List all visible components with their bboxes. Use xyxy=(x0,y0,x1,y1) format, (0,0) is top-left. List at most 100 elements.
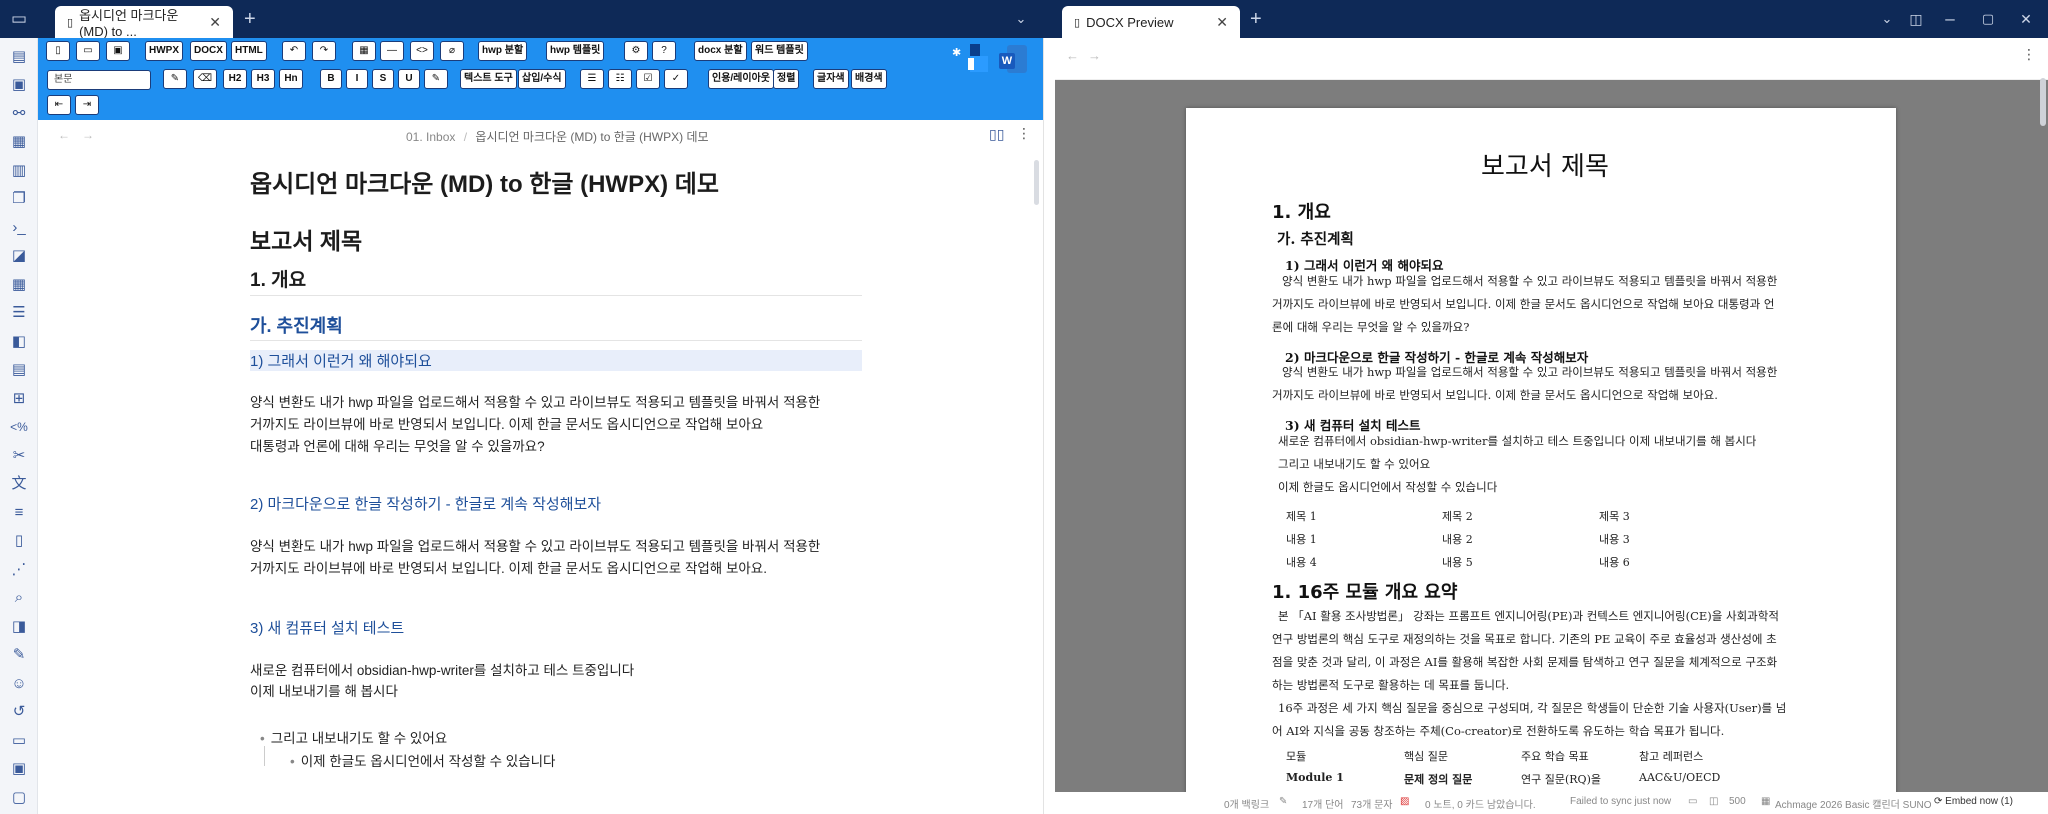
share-icon[interactable]: ⋰ xyxy=(9,561,29,579)
insert-format-button[interactable]: 삽입/수식 xyxy=(518,69,566,89)
new-note-icon[interactable]: ▣ xyxy=(9,76,29,94)
quote-layout-button[interactable]: 인용/레이아웃 xyxy=(708,69,774,89)
open-folder-icon[interactable]: ▭ xyxy=(76,41,100,61)
heading-report-title[interactable]: 보고서 제목 xyxy=(250,222,362,256)
spellcheck-icon[interactable]: ▨ xyxy=(1400,796,1409,807)
new-tab-icon[interactable]: + xyxy=(1250,0,1262,38)
underline-button[interactable]: U xyxy=(398,69,420,89)
heading-why[interactable]: 1) 그래서 이런거 왜 해야되요 xyxy=(250,350,862,371)
reading-view-icon[interactable]: ▯▯ xyxy=(989,126,1004,143)
markdown-editor[interactable]: 옵시디언 마크다운 (MD) to 한글 (HWPX) 데모 보고서 제목 1.… xyxy=(38,150,1043,814)
eraser-icon[interactable]: ⌫ xyxy=(193,69,217,89)
search-icon[interactable]: ⌕ xyxy=(9,589,29,607)
align-icon[interactable]: ≡ xyxy=(9,504,29,522)
list-item[interactable]: • 그리고 내보내기도 할 수 있어요 xyxy=(260,727,447,747)
sync-status[interactable]: Failed to sync just now xyxy=(1570,796,1671,807)
numbered-list-icon[interactable]: ☷ xyxy=(608,69,632,89)
card-icon[interactable]: ▤ xyxy=(9,361,29,379)
translate-icon[interactable]: 文 xyxy=(9,475,29,493)
table-insert-icon[interactable]: ▦ xyxy=(352,41,376,61)
strike-button[interactable]: S xyxy=(372,69,394,89)
shelf-icon[interactable]: ◫ xyxy=(1709,796,1718,807)
folder-icon[interactable]: ▭ xyxy=(1688,796,1697,807)
align-button[interactable]: 정렬 xyxy=(773,69,800,89)
italic-button[interactable]: I xyxy=(346,69,368,89)
list-item[interactable]: • 이제 한글도 옵시디언에서 작성할 수 있습니다 xyxy=(290,750,555,770)
paragraph-1-line-1[interactable]: 양식 변환도 내가 hwp 파일을 업로드해서 적용할 수 있고 라이브뷰도 적… xyxy=(250,392,820,414)
window-close-icon[interactable]: ✕ xyxy=(2011,0,2041,38)
calendar-icon[interactable]: ▥ xyxy=(9,162,29,180)
docx-split-button[interactable]: docx 분할 xyxy=(694,41,747,61)
heading-plan[interactable]: 가. 추진계획 xyxy=(250,312,343,338)
heading-markdown[interactable]: 2) 마크다운으로 한글 작성하기 - 한글로 계속 작성해보자 xyxy=(250,493,601,514)
help-icon[interactable]: ? xyxy=(652,41,676,61)
heading-overview[interactable]: 1. 개요 xyxy=(250,265,306,292)
book-icon[interactable]: ◧ xyxy=(9,333,29,351)
paragraph-1-line-3[interactable]: 대통령과 언론에 대해 우리는 무엇을 알 수 있을까요? xyxy=(250,436,545,458)
chevron-down-icon[interactable]: ⌄ xyxy=(1872,0,1902,38)
export-docx-button[interactable]: DOCX xyxy=(190,41,227,61)
file-icon[interactable]: ▤ xyxy=(9,48,29,66)
export-hwpx-button[interactable]: HWPX xyxy=(145,41,183,61)
magic-wand-icon[interactable]: ✎ xyxy=(9,646,29,664)
paragraph-2-line-2[interactable]: 거까지도 라이브뷰에 바로 반영되서 보입니다. 이제 한글 문서도 옵시디언으… xyxy=(250,558,767,580)
gear-icon[interactable]: ⚙ xyxy=(624,41,648,61)
background-color-button[interactable]: 배경색 xyxy=(851,69,887,89)
chat-icon[interactable]: ▢ xyxy=(9,789,29,807)
back-arrow-icon[interactable]: ← xyxy=(1066,48,1079,63)
new-file-icon[interactable]: ▯ xyxy=(46,41,70,61)
settings-small-icon[interactable]: ✱ xyxy=(952,46,961,59)
outdent-icon[interactable]: ⇤ xyxy=(47,95,71,115)
sidebar-toggle-icon[interactable]: ▭ xyxy=(4,0,34,38)
tab-docx-preview[interactable]: ▯ DOCX Preview ✕ xyxy=(1062,6,1240,38)
notebook-icon[interactable]: ▯ xyxy=(9,532,29,550)
heading-hn-button[interactable]: Hn xyxy=(279,69,303,89)
paragraph-1-line-2[interactable]: 거까지도 라이브뷰에 바로 반영되서 보입니다. 이제 한글 문서도 옵시디언으… xyxy=(250,414,763,436)
forward-arrow-icon[interactable]: → xyxy=(82,128,94,142)
draw-icon[interactable]: ◪ xyxy=(9,247,29,265)
close-icon[interactable]: ✕ xyxy=(1208,14,1228,31)
tab-left-note[interactable]: ▯ 옵시디언 마크다운 (MD) to ... ✕ xyxy=(55,6,233,39)
heading-install-test[interactable]: 3) 새 컴퓨터 설치 테스트 xyxy=(250,617,404,638)
embed-status[interactable]: ⟳ Embed now (1) xyxy=(1934,796,2013,807)
back-arrow-icon[interactable]: ← xyxy=(58,128,70,142)
paragraph-2-line-1[interactable]: 양식 변환도 내가 hwp 파일을 업로드해서 적용할 수 있고 라이브뷰도 적… xyxy=(250,536,820,558)
text-tools-button[interactable]: 텍스트 도구 xyxy=(460,69,517,89)
archive-icon[interactable]: ▭ xyxy=(9,732,29,750)
hwp-template-button[interactable]: hwp 템플릿 xyxy=(546,41,605,61)
backlinks-count[interactable]: 0개 백링크 xyxy=(1224,796,1269,811)
highlight-icon[interactable]: ✎ xyxy=(424,69,448,89)
editor-scrollbar[interactable] xyxy=(1034,160,1039,205)
new-tab-icon[interactable]: + xyxy=(244,0,256,38)
canvas-icon[interactable]: ▦ xyxy=(9,133,29,151)
font-color-button[interactable]: 글자색 xyxy=(813,69,849,89)
save-icon[interactable]: ▣ xyxy=(106,41,130,61)
pane-divider[interactable] xyxy=(1043,38,1055,814)
graph-icon[interactable]: ⚯ xyxy=(9,105,29,123)
attachment-icon[interactable]: ⌀ xyxy=(440,41,464,61)
redo-icon[interactable]: ↷ xyxy=(312,41,336,61)
chevron-down-icon[interactable]: ⌄ xyxy=(1006,0,1036,38)
more-options-icon[interactable]: ⋮ xyxy=(1017,125,1031,142)
percent-icon[interactable]: <% xyxy=(9,418,29,436)
heading-h2-button[interactable]: H2 xyxy=(223,69,247,89)
add-icon[interactable]: ⊞ xyxy=(9,390,29,408)
breadcrumb-file[interactable]: 옵시디언 마크다운 (MD) to 한글 (HWPX) 데모 xyxy=(475,130,708,144)
word-template-button[interactable]: 워드 템플릿 xyxy=(751,41,808,61)
docx-preview-area[interactable]: 보고서 제목 1. 개요 가. 추진계획 1) 그래서 이런거 왜 해야되요 양… xyxy=(1055,80,2048,792)
indent-icon[interactable]: ⇥ xyxy=(75,95,99,115)
hwp-split-button[interactable]: hwp 분할 xyxy=(478,41,528,61)
list-icon[interactable]: ☰ xyxy=(9,304,29,322)
forward-arrow-icon[interactable]: → xyxy=(1088,48,1101,63)
check-circle-icon[interactable]: ✓ xyxy=(664,69,688,89)
face-icon[interactable]: ☺ xyxy=(9,675,29,693)
more-options-icon[interactable]: ⋮ xyxy=(2022,46,2036,63)
tools-icon[interactable]: ✂ xyxy=(9,447,29,465)
minimize-icon[interactable]: – xyxy=(1935,0,1965,38)
breadcrumb-folder[interactable]: 01. Inbox xyxy=(406,130,455,144)
right-sidebar-toggle-icon[interactable]: ◫ xyxy=(1901,0,1931,38)
close-icon[interactable]: ✕ xyxy=(201,14,221,31)
heading-h3-button[interactable]: H3 xyxy=(251,69,275,89)
bold-button[interactable]: B xyxy=(320,69,342,89)
bullet-list-icon[interactable]: ☰ xyxy=(580,69,604,89)
